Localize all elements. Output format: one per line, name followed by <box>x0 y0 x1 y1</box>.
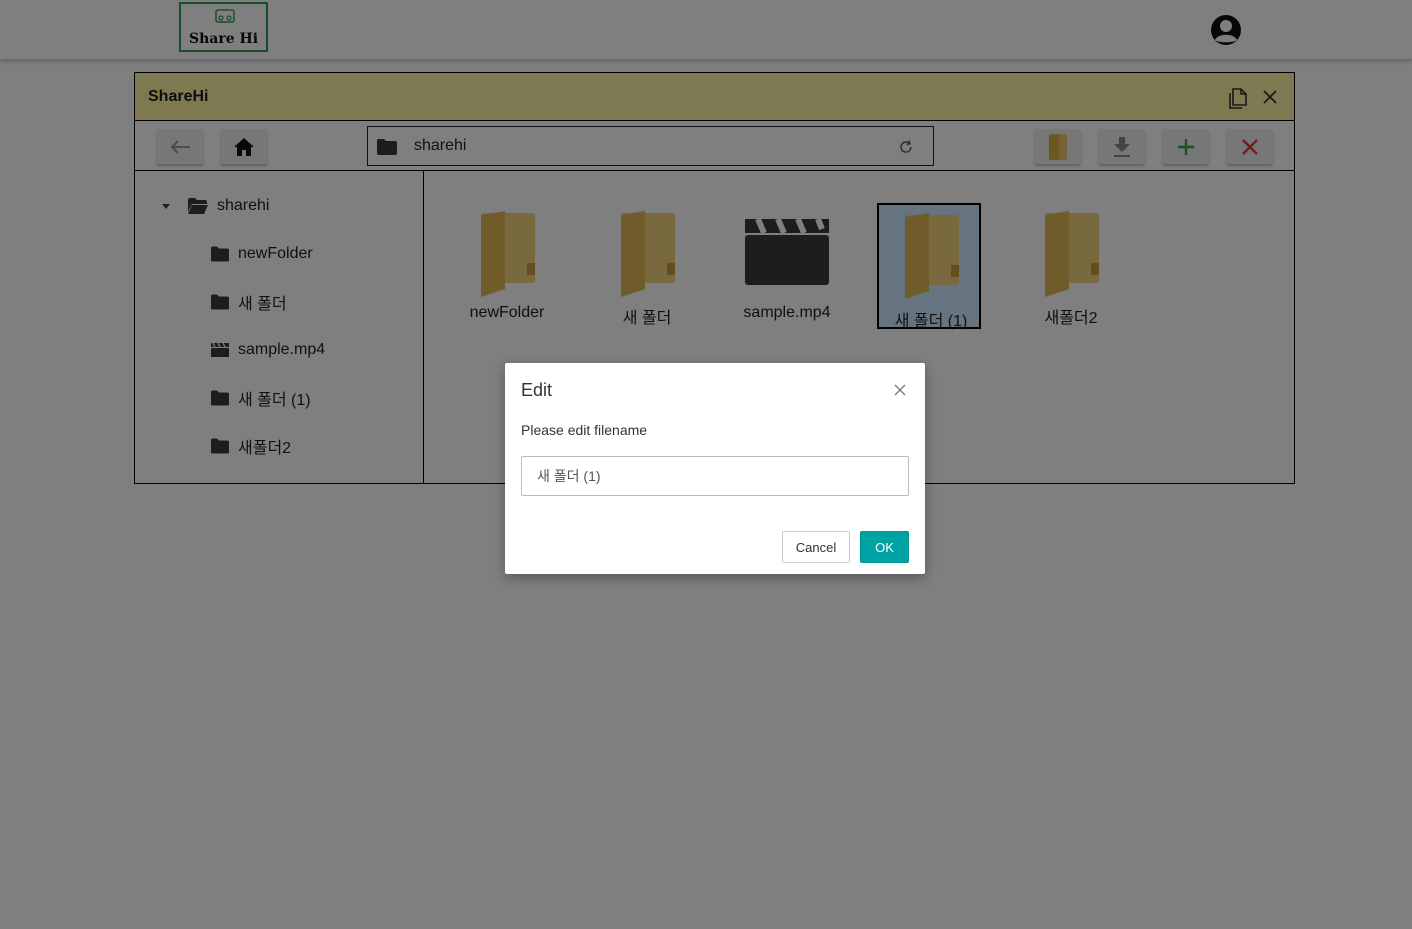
edit-dialog: Edit Please edit filename Cancel OK <box>505 363 925 574</box>
ok-button[interactable]: OK <box>860 531 909 563</box>
cancel-button[interactable]: Cancel <box>782 531 850 563</box>
close-icon[interactable] <box>894 384 906 396</box>
dialog-message: Please edit filename <box>521 422 648 438</box>
filename-input[interactable] <box>521 456 909 496</box>
dialog-title: Edit <box>521 380 553 400</box>
